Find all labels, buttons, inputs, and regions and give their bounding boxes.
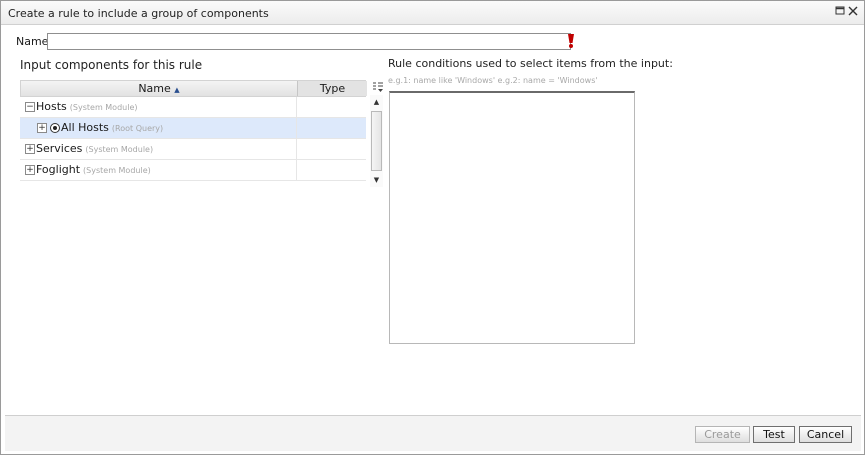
row-sublabel: (System Module) bbox=[69, 103, 138, 112]
test-button[interactable]: Test bbox=[753, 426, 795, 443]
row-sublabel: (System Module) bbox=[83, 166, 151, 175]
expand-icon[interactable]: + bbox=[25, 165, 35, 175]
type-cell bbox=[296, 118, 366, 138]
name-input[interactable] bbox=[47, 33, 571, 50]
row-sublabel: (Root Query) bbox=[111, 124, 164, 133]
type-cell bbox=[296, 97, 366, 117]
scroll-down-icon[interactable]: ▼ bbox=[370, 175, 383, 185]
dialog-titlebar: Create a rule to include a group of comp… bbox=[1, 1, 864, 25]
tree-row-hosts[interactable]: − Hosts (System Module) bbox=[20, 97, 366, 118]
row-label-wrap: Services (System Module) bbox=[36, 142, 153, 155]
footer-divider bbox=[5, 415, 861, 416]
row-label: All Hosts bbox=[61, 121, 109, 134]
row-label-wrap: Foglight (System Module) bbox=[36, 163, 151, 176]
maximize-icon[interactable] bbox=[833, 5, 847, 19]
row-label: Services bbox=[36, 142, 83, 155]
name-label: Name bbox=[16, 35, 49, 48]
rule-conditions-textarea[interactable] bbox=[389, 91, 635, 344]
row-label: Hosts bbox=[36, 100, 67, 113]
rule-conditions-hint: e.g.1: name like 'Windows' e.g.2: name =… bbox=[388, 76, 598, 85]
row-label: Foglight bbox=[36, 163, 81, 176]
expand-icon[interactable]: + bbox=[37, 123, 47, 133]
grid-header: Name ▲ Type bbox=[20, 80, 367, 97]
column-header-name[interactable]: Name ▲ bbox=[21, 81, 297, 96]
expand-icon[interactable]: + bbox=[25, 144, 35, 154]
scroll-thumb[interactable] bbox=[371, 111, 382, 171]
create-rule-dialog: Create a rule to include a group of comp… bbox=[0, 0, 865, 455]
selected-radio-icon[interactable] bbox=[50, 123, 60, 133]
tree-row-all-hosts[interactable]: + All Hosts (Root Query) bbox=[20, 118, 366, 139]
column-header-type[interactable]: Type bbox=[297, 81, 367, 96]
scroll-up-icon[interactable]: ▲ bbox=[370, 97, 383, 107]
cancel-button[interactable]: Cancel bbox=[799, 426, 852, 443]
close-icon[interactable] bbox=[846, 5, 860, 19]
type-cell bbox=[296, 160, 366, 180]
collapse-icon[interactable]: − bbox=[25, 102, 35, 112]
grid-scrollbar[interactable]: ▲ ▼ bbox=[370, 95, 383, 187]
input-components-title: Input components for this rule bbox=[20, 58, 203, 72]
sort-ascending-icon: ▲ bbox=[174, 86, 180, 94]
create-button[interactable]: Create bbox=[695, 426, 750, 443]
row-label-wrap: All Hosts (Root Query) bbox=[61, 121, 163, 134]
rule-conditions-title: Rule conditions used to select items fro… bbox=[388, 57, 673, 70]
tree-row-services[interactable]: + Services (System Module) bbox=[20, 139, 366, 160]
column-type-label: Type bbox=[319, 82, 346, 95]
input-components-grid: Name ▲ Type − Hosts (System Module) + All… bbox=[20, 80, 367, 181]
tree-row-foglight[interactable]: + Foglight (System Module) bbox=[20, 160, 366, 181]
row-sublabel: (System Module) bbox=[85, 145, 154, 154]
column-chooser-icon[interactable] bbox=[372, 81, 384, 93]
column-name-label: Name bbox=[138, 82, 171, 95]
type-cell bbox=[296, 139, 366, 159]
dialog-title: Create a rule to include a group of comp… bbox=[8, 7, 269, 20]
required-indicator-icon bbox=[567, 33, 575, 52]
row-label-wrap: Hosts (System Module) bbox=[36, 100, 138, 113]
